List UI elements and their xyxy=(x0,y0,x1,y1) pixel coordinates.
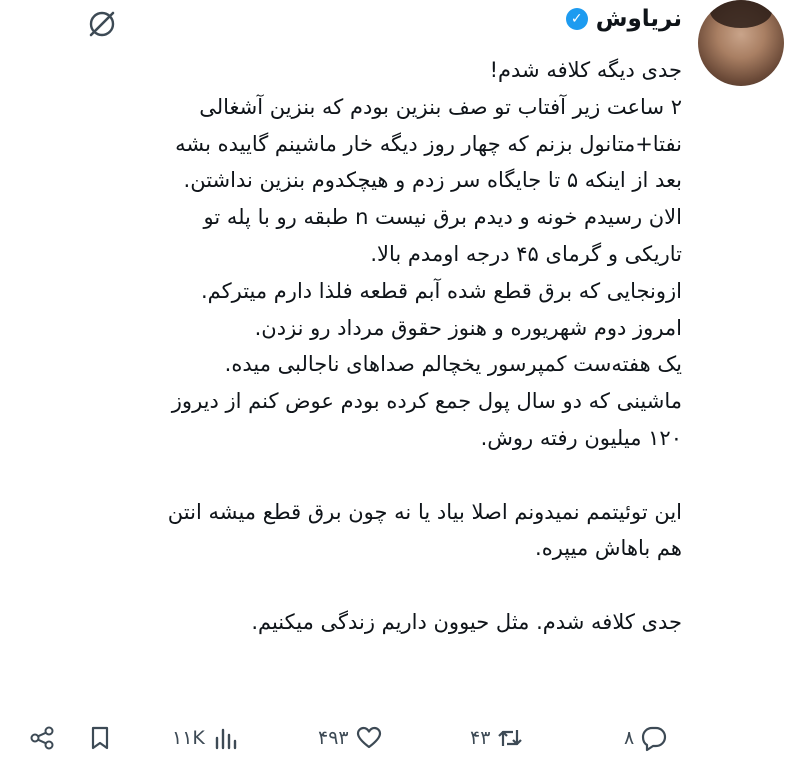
views-count: ۱۱K xyxy=(172,727,205,749)
tweet-header: نریاوش ✓ xyxy=(565,6,682,32)
tweet-line: هم باهاش میپره. xyxy=(535,536,682,561)
tweet-line: تاریکی و گرمای ۴۵ درجه اومدم بالا. xyxy=(370,241,682,266)
retweet-button[interactable]: ۴۳ xyxy=(470,724,524,752)
tweet-line: این توئیتمم نمیدونم اصلا بیاد یا نه چون … xyxy=(167,499,682,524)
tweet-line: ۲ ساعت زیر آفتاب تو صف بنزین بودم که بنز… xyxy=(199,94,682,119)
tweet-line: ازونجایی که برق قطع شده آبم قطعه فلذا دا… xyxy=(200,278,682,303)
retweets-count: ۴۳ xyxy=(470,727,491,749)
verified-badge-icon: ✓ xyxy=(565,8,588,30)
tweet-line: جدی کلافه شدم. مثل حیوون داریم زندگی میک… xyxy=(251,609,682,634)
reply-button[interactable]: ۸ xyxy=(624,724,668,752)
action-bar: ۱۱K ۴۹۳ ۴۳ ۸ xyxy=(0,718,800,762)
like-button[interactable]: ۴۹۳ xyxy=(318,724,383,752)
tweet-line: ۱۲۰ میلیون رفته روش. xyxy=(480,425,682,450)
heart-icon xyxy=(356,726,381,749)
tweet-line: ماشینی که دو سال پول جمع کرده بودم عوض ک… xyxy=(171,389,682,414)
views-bar-chart-icon xyxy=(215,728,237,750)
share-button[interactable] xyxy=(28,724,56,752)
bookmark-icon xyxy=(91,726,109,750)
tweet-line: جدی دیگه کلافه شدم! xyxy=(489,58,682,82)
retweet-icon xyxy=(498,730,523,746)
replies-count: ۸ xyxy=(624,727,635,749)
tweet-line: امروز دوم شهریوره و هنوز حقوق مرداد رو ن… xyxy=(254,315,682,340)
likes-count: ۴۹۳ xyxy=(318,727,349,749)
views-button[interactable]: ۱۱K xyxy=(172,724,239,752)
grok-icon[interactable] xyxy=(86,8,118,40)
avatar[interactable] xyxy=(698,0,784,86)
tweet-body: جدی دیگه کلافه شدم! ۲ ساعت زیر آفتاب تو … xyxy=(82,52,682,641)
author-name[interactable]: نریاوش xyxy=(596,6,682,32)
share-icon xyxy=(30,726,54,750)
tweet-line: بعد از اینکه ۵ تا جایگاه سر زدم و هیچکدو… xyxy=(183,168,682,193)
tweet-line: یک هفته‌ست کمپرسور یخچالم صداهای ناجالبی… xyxy=(224,352,682,377)
tweet-line: نفتا+متانول بزنم که چهار روز دیگه خار ما… xyxy=(175,131,682,156)
bookmark-button[interactable] xyxy=(86,724,114,752)
tweet-line: الان رسیدم خونه و دیدم برق نیست n طبقه ر… xyxy=(203,205,682,230)
reply-bubble-icon xyxy=(642,726,667,752)
